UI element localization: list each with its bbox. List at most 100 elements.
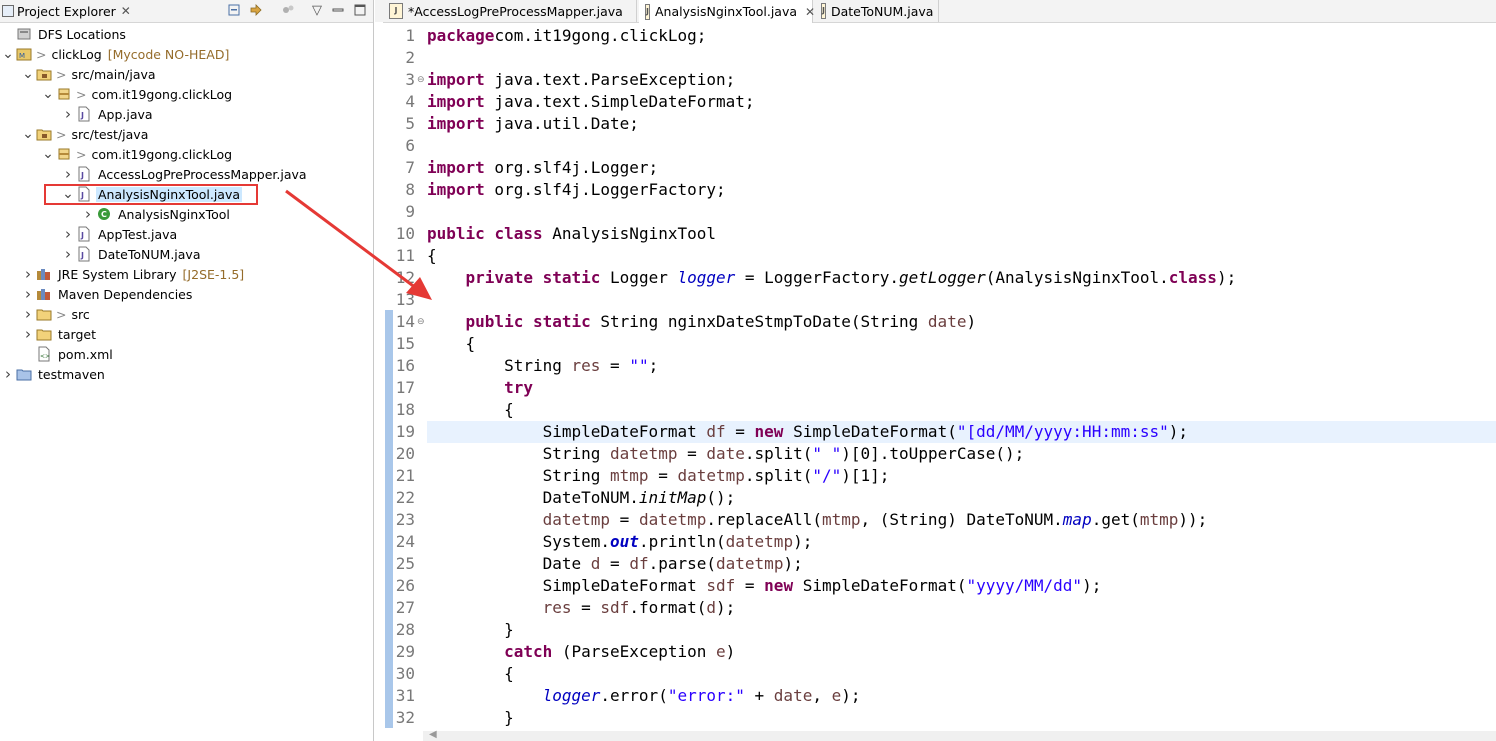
code-line[interactable]: {	[427, 245, 1496, 267]
code-line[interactable]: try	[427, 377, 1496, 399]
code-token: );	[1082, 576, 1102, 595]
code-token: DateToNUM.	[427, 488, 639, 507]
code-line[interactable]: String mtmp = datetmp.split("/")[1];	[427, 465, 1496, 487]
code-token: .get(	[1091, 510, 1140, 529]
view-menu-icon[interactable]: ▽	[309, 3, 325, 19]
code-line[interactable]: System.out.println(datetmp);	[427, 531, 1496, 553]
collapsed-chevron-icon[interactable]: ›	[22, 325, 34, 343]
scroll-left-icon[interactable]: ◀	[429, 729, 437, 740]
code-line[interactable]: private static Logger logger = LoggerFac…	[427, 267, 1496, 289]
code-line[interactable]: DateToNUM.initMap();	[427, 487, 1496, 509]
collapsed-chevron-icon[interactable]: ›	[22, 265, 34, 283]
code-line[interactable]: {	[427, 333, 1496, 355]
collapsed-chevron-icon[interactable]: ›	[62, 105, 74, 123]
collapsed-chevron-icon[interactable]: ›	[82, 205, 94, 223]
code-line[interactable]	[427, 201, 1496, 223]
code-line[interactable]	[427, 135, 1496, 157]
code-line[interactable]: Date d = df.parse(datetmp);	[427, 553, 1496, 575]
collapse-all-icon[interactable]	[226, 3, 242, 19]
editor-tab-label: DateToNUM.java	[830, 3, 934, 19]
tree-item[interactable]: <> pom.xml	[0, 344, 373, 364]
collapsed-chevron-icon[interactable]: ›	[22, 285, 34, 303]
expanded-chevron-icon[interactable]: ⌄	[22, 66, 34, 82]
svg-text:J: J	[80, 251, 84, 260]
code-line[interactable]: import java.text.ParseException;	[427, 69, 1496, 91]
code-token: .split(	[744, 466, 813, 485]
code-line[interactable]: SimpleDateFormat sdf = new SimpleDateFor…	[427, 575, 1496, 597]
tree-item[interactable]: › J App.java	[0, 104, 373, 124]
collapsed-chevron-icon[interactable]: ›	[22, 305, 34, 323]
tree-item[interactable]: ⌄ > com.it19gong.clickLog	[0, 84, 373, 104]
editor-tab[interactable]: J *AccessLogPreProcessMapper.java	[383, 0, 637, 22]
code-token: date	[706, 444, 745, 463]
code-line[interactable]: SimpleDateFormat df = new SimpleDateForm…	[427, 421, 1496, 443]
tree-item[interactable]: ⌄ M > clickLog [Mycode NO-HEAD]	[0, 44, 373, 64]
project-explorer-tab[interactable]: Project Explorer ✕	[0, 0, 131, 22]
line-number: 22	[395, 488, 415, 507]
filter-icon[interactable]	[280, 3, 296, 19]
code-line[interactable]: import org.slf4j.Logger;	[427, 157, 1496, 179]
code-token: = LoggerFactory.	[735, 268, 900, 287]
tree-item[interactable]: ⌄ > src/main/java	[0, 64, 373, 84]
fold-toggle-icon[interactable]: ⊖	[417, 69, 427, 91]
horizontal-scrollbar[interactable]: ◀	[423, 729, 1496, 741]
tree-item[interactable]: › J AccessLogPreProcessMapper.java	[0, 164, 373, 184]
code-line[interactable]	[427, 289, 1496, 311]
code-line[interactable]: import java.util.Date;	[427, 113, 1496, 135]
collapsed-chevron-icon[interactable]: ›	[62, 245, 74, 263]
code-line[interactable]: res = sdf.format(d);	[427, 597, 1496, 619]
editor-tab[interactable]: J AnalysisNginxTool.java ✕	[639, 0, 815, 23]
code-line[interactable]: {	[427, 399, 1496, 421]
code-line[interactable]: {	[427, 663, 1496, 685]
collapsed-chevron-icon[interactable]: ›	[2, 365, 14, 383]
code-token: getLogger	[899, 268, 986, 287]
tree-item[interactable]: ⌄ > src/test/java	[0, 124, 373, 144]
expanded-chevron-icon[interactable]: ⌄	[22, 126, 34, 142]
svg-text:<>: <>	[40, 353, 50, 360]
code-line[interactable]: public static String nginxDateStmpToDate…	[427, 311, 1496, 333]
editor-tab-label: AnalysisNginxTool.java	[654, 4, 798, 19]
tree-item[interactable]: › testmaven	[0, 364, 373, 384]
code-line[interactable]: import java.text.SimpleDateFormat;	[427, 91, 1496, 113]
tree-item[interactable]: ⌄ > com.it19gong.clickLog	[0, 144, 373, 164]
close-icon[interactable]: ✕	[805, 5, 815, 19]
maximize-icon[interactable]	[352, 3, 368, 19]
tree-item[interactable]: › target	[0, 324, 373, 344]
collapsed-chevron-icon[interactable]: ›	[62, 165, 74, 183]
code-line[interactable]: packagecom.it19gong.clickLog;	[427, 25, 1496, 47]
library-icon	[36, 286, 52, 302]
code-line[interactable]: datetmp = datetmp.replaceAll(mtmp, (Stri…	[427, 509, 1496, 531]
expanded-chevron-icon[interactable]: ⌄	[42, 146, 54, 162]
code-token: df	[706, 422, 726, 441]
expanded-chevron-icon[interactable]: ⌄	[42, 86, 54, 102]
collapsed-chevron-icon[interactable]: ›	[62, 225, 74, 243]
code-line[interactable]: catch (ParseException e)	[427, 641, 1496, 663]
java-icon: J	[76, 166, 92, 182]
code-line[interactable]: logger.error("error:" + date, e);	[427, 685, 1496, 707]
code-line[interactable]: public class AnalysisNginxTool	[427, 223, 1496, 245]
folder-icon	[36, 306, 52, 322]
tree-item[interactable]: DFS Locations	[0, 24, 373, 44]
expanded-chevron-icon[interactable]: ⌄	[2, 46, 14, 62]
code-line[interactable]: }	[427, 619, 1496, 641]
library-icon	[36, 266, 52, 282]
code-token: java.util.Date;	[484, 114, 639, 133]
line-number: 29	[395, 642, 415, 661]
code-line[interactable]: String res = "";	[427, 355, 1496, 377]
editor-tab[interactable]: J DateToNUM.java	[815, 0, 939, 22]
fold-toggle-icon[interactable]: ⊖	[417, 311, 427, 333]
close-icon[interactable]: ✕	[121, 4, 131, 18]
code-line[interactable]: }	[427, 707, 1496, 729]
minimize-icon[interactable]	[330, 3, 346, 19]
tree-item-label: testmaven	[38, 366, 105, 382]
code-line[interactable]: String datetmp = date.split(" ")[0].toUp…	[427, 443, 1496, 465]
code-token: =	[677, 444, 707, 463]
tree-item[interactable]: › > src	[0, 304, 373, 324]
code-line[interactable]: import org.slf4j.LoggerFactory;	[427, 179, 1496, 201]
code-token: datetmp	[716, 554, 784, 573]
link-with-editor-icon[interactable]	[248, 3, 264, 19]
code-line[interactable]	[427, 47, 1496, 69]
